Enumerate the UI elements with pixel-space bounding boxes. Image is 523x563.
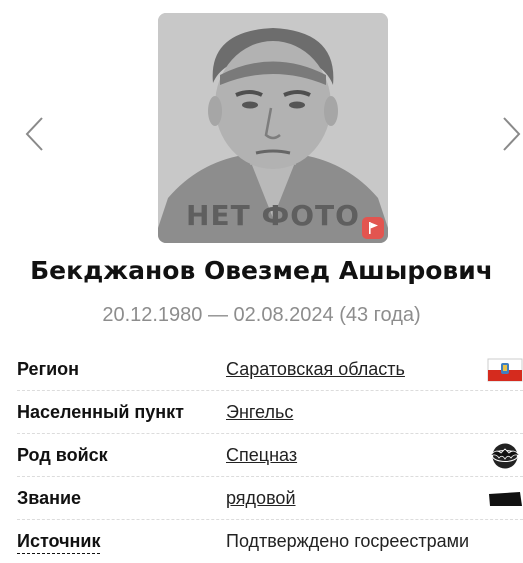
region-label: Регион	[17, 359, 79, 379]
detail-row-region: Регион Саратовская область	[17, 348, 523, 391]
special-forces-emblem-icon	[487, 442, 523, 470]
rank-insignia-icon	[487, 485, 523, 513]
detail-row-service-branch: Род войск Спецназ	[17, 434, 523, 477]
service-branch-label: Род войск	[17, 445, 108, 465]
service-branch-link[interactable]: Спецназ	[226, 445, 297, 466]
previous-photo-arrow-icon[interactable]	[22, 114, 48, 154]
rank-label: Звание	[17, 488, 82, 508]
source-value: Подтверждено госреестрами	[226, 531, 470, 551]
report-flag-icon[interactable]	[362, 217, 384, 239]
settlement-link[interactable]: Энгельс	[226, 402, 293, 423]
detail-row-source: Источник Подтверждено госреестрами	[17, 520, 523, 563]
rank-link[interactable]: рядовой	[226, 488, 296, 509]
person-life-dates: 20.12.1980 — 02.08.2024 (43 года)	[102, 304, 421, 326]
source-label[interactable]: Источник	[17, 531, 101, 554]
region-link[interactable]: Саратовская область	[226, 359, 405, 380]
region-flag-icon	[487, 356, 523, 384]
settlement-label: Населенный пункт	[17, 402, 185, 422]
next-photo-arrow-icon[interactable]	[498, 114, 523, 154]
detail-row-settlement: Населенный пункт Энгельс	[17, 391, 523, 434]
profile-photo-placeholder: НЕТ ФОТО	[158, 13, 388, 243]
no-photo-label: НЕТ ФОТО	[186, 199, 360, 232]
person-name: Бекджанов Овезмед Ашырович	[30, 256, 493, 285]
details-list: Регион Саратовская область Населенный пу…	[17, 348, 523, 563]
detail-row-rank: Звание рядовой	[17, 477, 523, 520]
